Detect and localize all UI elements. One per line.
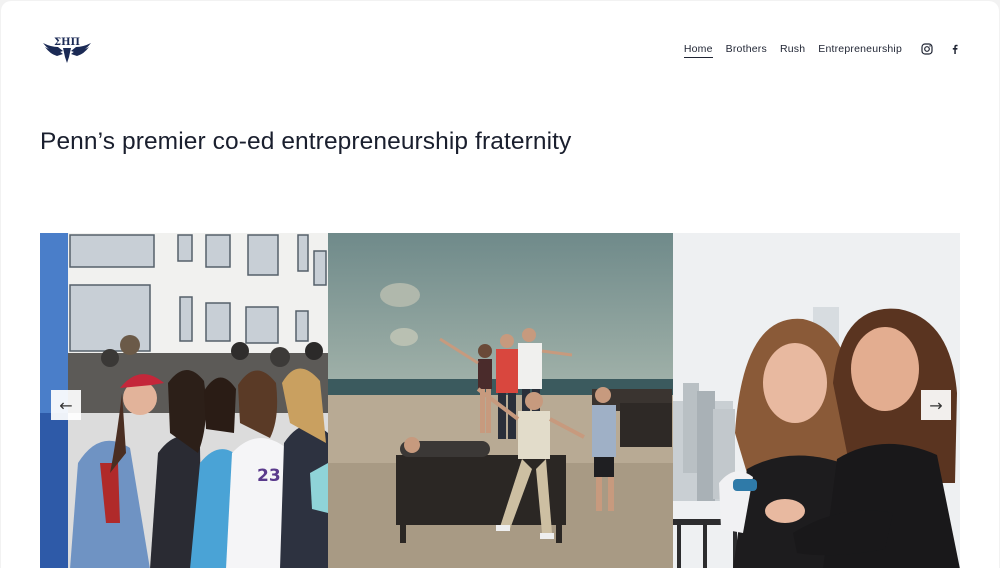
facebook-icon[interactable] (949, 42, 961, 54)
gallery-photo-group: 23 (40, 233, 328, 568)
gallery-photo-beach (328, 233, 673, 568)
jersey-number: 23 (257, 466, 281, 486)
nav-brothers[interactable]: Brothers (726, 43, 767, 58)
main-nav: Home Brothers Rush Entrepreneurship (683, 43, 902, 58)
logo-text: ΣΗΠ (54, 37, 80, 48)
logo-emblem: ΣΗΠ (43, 37, 91, 63)
gallery-photo-friends (673, 233, 960, 568)
photo-gallery: 23 ← → (40, 233, 960, 568)
nav-rush[interactable]: Rush (780, 43, 805, 58)
nav-entrepreneurship[interactable]: Entrepreneurship (818, 43, 902, 58)
instagram-icon[interactable] (921, 42, 933, 55)
gallery-prev-button[interactable]: ← (51, 390, 81, 420)
hero-headline: Penn’s premier co-ed entrepreneurship fr… (40, 128, 572, 155)
gallery-next-button[interactable]: → (921, 390, 951, 420)
site-header: ΣΗΠ Home Brothers Rush Entrepreneurship (1, 1, 999, 97)
logo[interactable]: ΣΗΠ (41, 33, 93, 65)
page: ΣΗΠ Home Brothers Rush Entrepreneurship (1, 1, 999, 568)
social-links (921, 42, 961, 55)
nav-home[interactable]: Home (683, 43, 713, 58)
